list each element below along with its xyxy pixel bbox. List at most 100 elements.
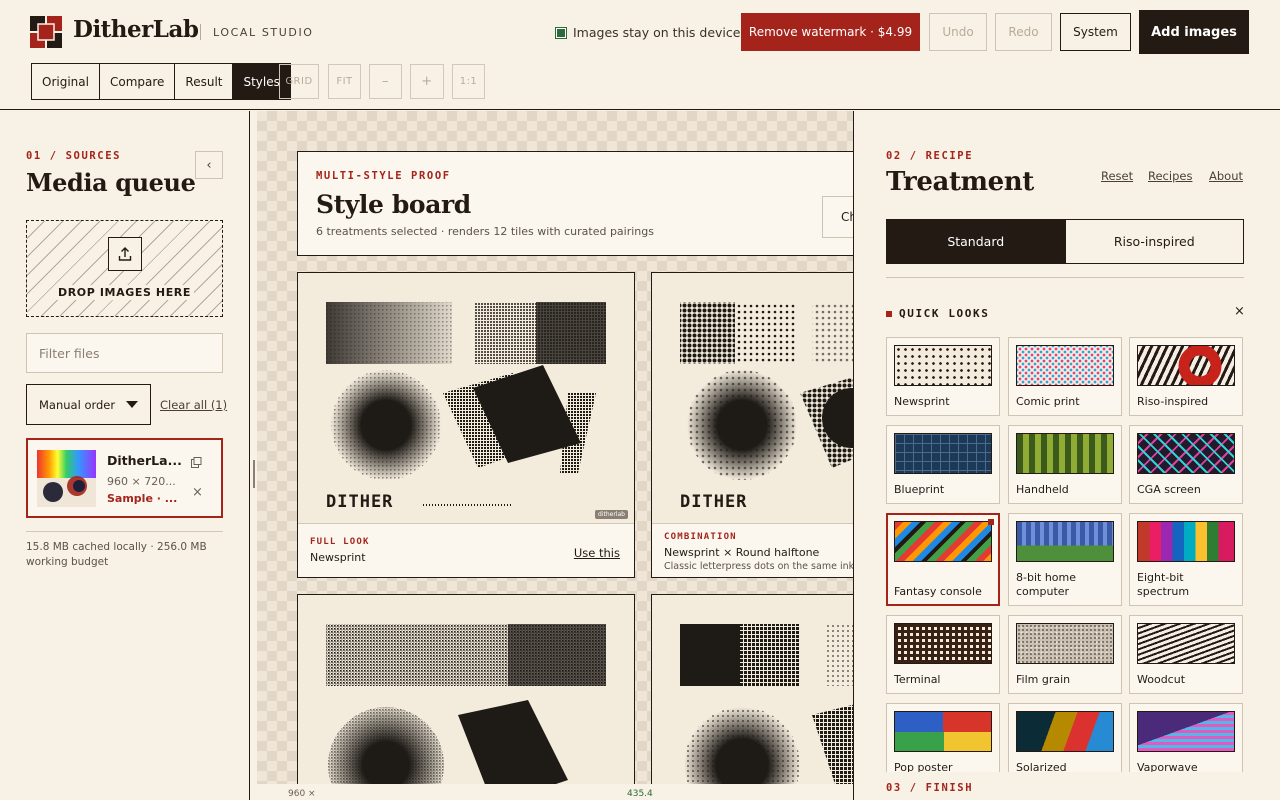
tile-meta: FULL LOOK Newsprint Use this — [298, 523, 634, 577]
left-resize-handle[interactable] — [253, 460, 255, 488]
vaporwave-pattern-icon — [1137, 711, 1235, 752]
tab-original[interactable]: Original — [32, 64, 100, 99]
grid-pattern-icon — [894, 433, 992, 474]
look-label: Vaporwave — [1137, 761, 1198, 772]
duplicate-icon[interactable] — [191, 457, 202, 471]
canvas-area: MULTI-STYLE PROOF Style board 6 treatmen… — [257, 111, 853, 784]
mode-standard[interactable]: Standard — [887, 220, 1065, 263]
woodcut-lines-pattern-icon — [1137, 623, 1235, 664]
mode-toggle: Standard Riso-inspired — [886, 219, 1244, 264]
8bit-stripes-pattern-icon — [1016, 521, 1114, 562]
tile-preview — [298, 595, 634, 784]
privacy-label: Images stay on this device — [573, 25, 741, 40]
change-styles-button[interactable]: Ch — [822, 196, 853, 238]
recipes-link[interactable]: Recipes — [1148, 169, 1192, 183]
look-cga-screen[interactable]: CGA screen — [1129, 425, 1243, 504]
redo-button[interactable]: Redo — [995, 13, 1052, 51]
status-metric: 435.4 — [627, 789, 653, 799]
look-pop-poster[interactable]: Pop poster — [886, 703, 1000, 772]
about-link[interactable]: About — [1209, 169, 1243, 183]
zoom-actual-button[interactable]: 1:1 — [452, 64, 485, 99]
look-riso-inspired[interactable]: Riso-inspired — [1129, 337, 1243, 416]
look-handheld[interactable]: Handheld — [1008, 425, 1122, 504]
style-board-header: MULTI-STYLE PROOF Style board 6 treatmen… — [297, 151, 853, 256]
tile-description: Classic letterpress dots on the same ink… — [664, 561, 853, 572]
remove-watermark-button[interactable]: Remove watermark · $4.99 — [741, 13, 920, 51]
fit-button[interactable]: FIT — [328, 64, 361, 99]
tile-art-text: DITHER — [326, 492, 394, 512]
look-label: Blueprint — [894, 483, 945, 496]
recipe-title: Treatment — [886, 167, 1034, 197]
sources-title: Media queue — [26, 168, 196, 197]
zoom-out-button[interactable]: – — [369, 64, 402, 99]
remove-item-icon[interactable]: × — [192, 485, 203, 500]
look-label: Riso-inspired — [1137, 395, 1209, 408]
tile-watermark: ditherlab — [595, 510, 628, 519]
use-this-button[interactable]: Use this — [574, 546, 620, 560]
look-newsprint[interactable]: Newsprint — [886, 337, 1000, 416]
app-tag: LOCAL STUDIO — [213, 26, 314, 39]
style-tile[interactable] — [297, 594, 635, 784]
style-tile[interactable]: DITHER ditherlab FULL LOOK Newsprint Use… — [297, 272, 635, 578]
riso-stripes-pattern-icon — [1137, 345, 1235, 386]
privacy-check-icon — [555, 26, 567, 39]
app-name: DitherLab — [73, 16, 199, 43]
order-select[interactable]: Manual order — [26, 384, 151, 425]
look-label: Newsprint — [894, 395, 950, 408]
sources-divider — [26, 531, 223, 532]
reset-link[interactable]: Reset — [1101, 169, 1133, 183]
look-label: Fantasy console — [894, 585, 982, 598]
tile-kind: COMBINATION — [664, 532, 737, 542]
board-subtitle: 6 treatments selected · renders 12 tiles… — [316, 225, 654, 238]
tab-compare[interactable]: Compare — [100, 64, 176, 99]
recipe-eyebrow: 02 / RECIPE — [886, 150, 974, 162]
zoom-in-button[interactable]: + — [410, 64, 444, 99]
mode-riso[interactable]: Riso-inspired — [1064, 220, 1244, 263]
tile-preview: DITHER — [652, 273, 853, 525]
tab-result[interactable]: Result — [175, 64, 234, 99]
look-film-grain[interactable]: Film grain — [1008, 615, 1122, 694]
tile-art-text: DITHER — [680, 492, 748, 512]
view-tabs: Original Compare Result Styles — [31, 63, 291, 100]
recipe-divider — [886, 277, 1244, 278]
drop-zone-label: DROP IMAGES HERE — [55, 285, 194, 300]
dots-pattern-icon — [894, 345, 992, 386]
cmyk-dots-pattern-icon — [1016, 345, 1114, 386]
finish-eyebrow: 03 / FINISH — [886, 782, 974, 794]
tile-kind: FULL LOOK — [310, 537, 370, 547]
rainbow-diagonal-pattern-icon — [894, 521, 992, 562]
look-label: Eight-bit spectrum — [1137, 571, 1190, 598]
undo-button[interactable]: Undo — [929, 13, 987, 51]
look-blueprint[interactable]: Blueprint — [886, 425, 1000, 504]
quick-looks-title: QUICK LOOKS — [899, 307, 990, 320]
collapse-panel-button[interactable]: ‹ — [195, 151, 223, 179]
queue-item-name: DitherLa... — [107, 453, 182, 468]
look-woodcut[interactable]: Woodcut — [1129, 615, 1243, 694]
look-comic-print[interactable]: Comic print — [1008, 337, 1122, 416]
add-images-button[interactable]: Add images — [1139, 10, 1249, 54]
theme-system-button[interactable]: System — [1060, 13, 1131, 51]
upload-icon — [107, 237, 142, 271]
grain-pattern-icon — [1016, 623, 1114, 664]
queue-item[interactable]: DitherLa... 960 × 720... Sample · ... × — [26, 438, 223, 518]
drop-zone[interactable]: DROP IMAGES HERE — [26, 220, 223, 317]
look-vaporwave[interactable]: Vaporwave — [1129, 703, 1243, 772]
queue-item-thumbnail — [37, 450, 96, 507]
ditherlab-logo-icon — [30, 16, 62, 48]
filter-files-input[interactable]: Filter files — [26, 333, 223, 373]
look-terminal[interactable]: Terminal — [886, 615, 1000, 694]
terminal-grid-pattern-icon — [894, 623, 992, 664]
look-fantasy-console[interactable]: Fantasy console — [886, 513, 1000, 606]
grid-toggle-button[interactable]: GRID — [279, 64, 319, 99]
look-eight-bit-spectrum[interactable]: Eight-bit spectrum — [1129, 513, 1243, 606]
look-label: Film grain — [1016, 673, 1071, 686]
privacy-indicator: Images stay on this device — [555, 25, 740, 40]
close-quick-looks-icon[interactable]: × — [1234, 304, 1245, 319]
style-tile[interactable] — [651, 594, 853, 784]
look-8bit-home-computer[interactable]: 8-bit home computer — [1008, 513, 1122, 606]
cga-crosshatch-pattern-icon — [1137, 433, 1235, 474]
clear-all-link[interactable]: Clear all (1) — [160, 398, 227, 412]
style-tile[interactable]: DITHER COMBINATION Newsprint × Round hal… — [651, 272, 853, 578]
top-bar: DitherLab LOCAL STUDIO Images stay on th… — [0, 0, 1280, 110]
look-solarized[interactable]: Solarized — [1008, 703, 1122, 772]
